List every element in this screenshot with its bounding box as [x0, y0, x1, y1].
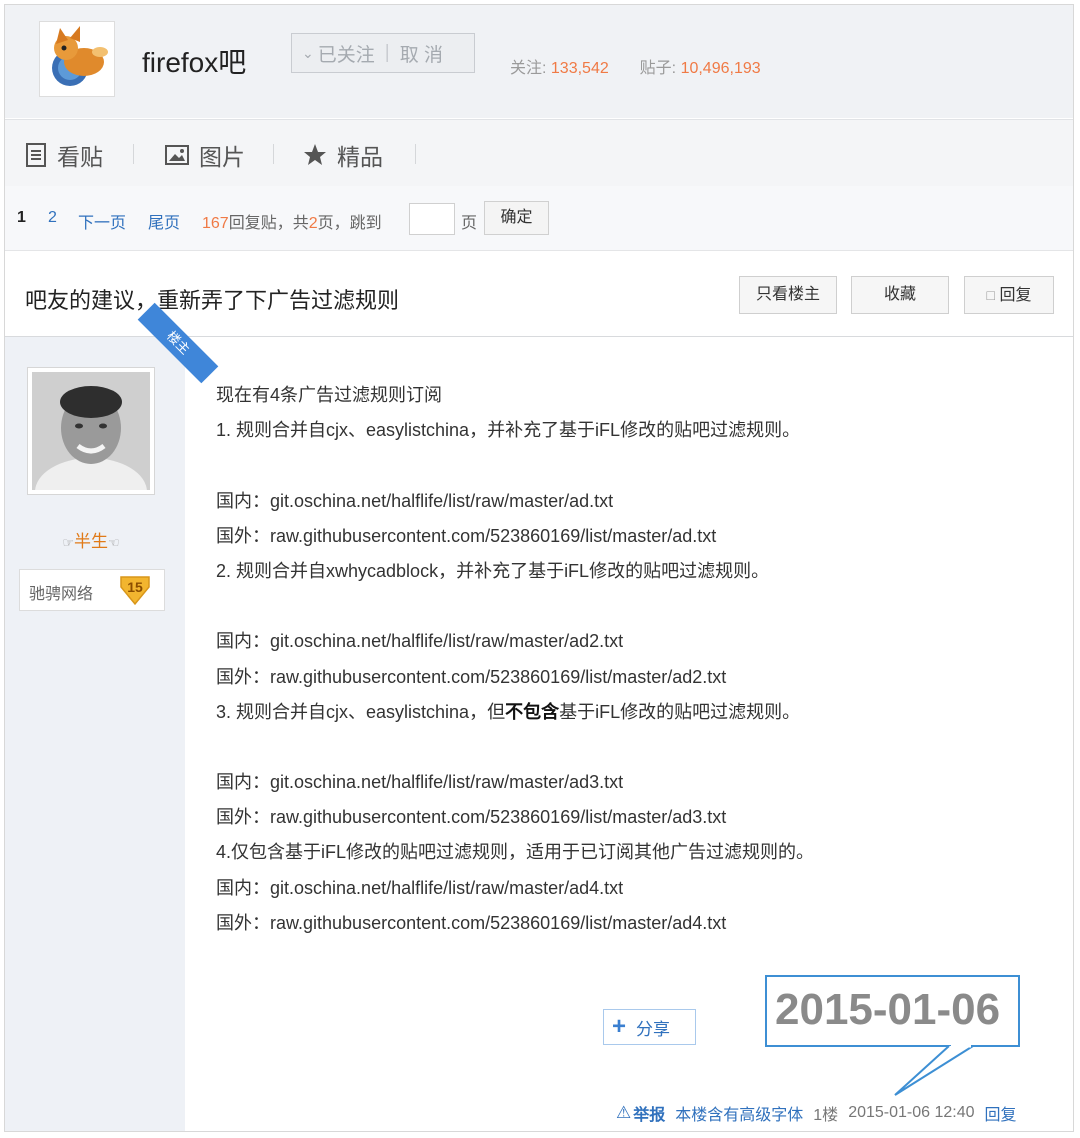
only-op-button[interactable]: 只看楼主 — [739, 276, 837, 314]
post-line: 国内：git.oschina.net/halflife/list/raw/mas… — [216, 877, 624, 898]
warning-icon: ⚠ — [616, 1103, 632, 1122]
pagination-bar: 1 2 下一页 尾页 167回复贴，共2页，跳到 页 确定 — [5, 186, 1073, 251]
page-frame: firefox吧 ⌄ 已关注 | 取 消 关注: 133,542 贴子: 10,… — [4, 4, 1074, 1132]
tab-label: 图片 — [199, 144, 245, 170]
font-note-link[interactable]: 本楼含有高级字体 — [675, 1101, 803, 1125]
forum-tabs: 看贴 图片 精品 — [5, 119, 1073, 187]
author-sidebar: ☞半生☜ 驰骋网络 15 — [5, 337, 185, 1131]
post-footer: ⚠ 举报 本楼含有高级字体 1楼 2015-01-06 12:40 回复 — [616, 1101, 1017, 1125]
post-line: 2. 规则合并自xwhycadblock，并补充了基于iFL修改的贴吧过滤规则。 — [216, 560, 770, 581]
post-line: 4.仅包含基于iFL修改的贴吧过滤规则，适用于已订阅其他广告过滤规则的。 — [216, 842, 815, 863]
level-icon: 15 — [120, 576, 150, 606]
reply-link[interactable]: 回复 — [985, 1101, 1017, 1125]
avatar[interactable] — [27, 367, 155, 526]
post-line: 国外：raw.githubusercontent.com/523860169/l… — [216, 807, 727, 828]
post-line — [216, 730, 814, 765]
post-line: 国内：git.oschina.net/halflife/list/raw/mas… — [216, 490, 614, 511]
date-callout: 2015-01-06 — [765, 975, 1020, 1047]
hand-icon: ☞ — [62, 535, 74, 550]
follow-button[interactable]: ⌄ 已关注 | 取 消 — [291, 33, 475, 73]
post-count-label: 贴子: — [639, 60, 677, 77]
level-name: 驰骋网络 — [29, 586, 94, 603]
report-link[interactable]: 举报 — [633, 1101, 665, 1125]
favorite-button[interactable]: 收藏 — [851, 276, 949, 314]
share-label: 分享 — [636, 1019, 671, 1039]
post-line — [216, 589, 814, 624]
page-2-link[interactable]: 2 — [48, 209, 57, 227]
level-badge[interactable]: 驰骋网络 15 — [19, 569, 165, 611]
page-unit: 页 — [461, 215, 478, 232]
forum-stats: 关注: 133,542 贴子: 10,496,193 — [510, 54, 761, 78]
post-line: 国内：git.oschina.net/halflife/list/raw/mas… — [216, 631, 624, 652]
divider — [133, 144, 134, 164]
post-time: 2015-01-06 12:40 — [848, 1104, 975, 1121]
reply-summary: 167回复贴，共2页，跳到 — [202, 209, 382, 233]
reply-button[interactable]: □ 回复 — [964, 276, 1054, 314]
divider — [415, 144, 416, 164]
unfollow-button[interactable]: 取 消 — [400, 40, 443, 67]
tab-featured[interactable]: 精品 — [303, 138, 383, 172]
post-line — [216, 448, 814, 483]
hand-icon: ☜ — [108, 535, 120, 550]
confirm-button[interactable]: 确定 — [484, 201, 549, 235]
reply-text: 回复贴，共 — [228, 215, 309, 232]
author-name[interactable]: ☞半生☜ — [5, 527, 177, 552]
svg-text:15: 15 — [127, 579, 143, 595]
tab-label: 看贴 — [57, 144, 103, 170]
follow-count: 133,542 — [550, 60, 609, 77]
page-current: 1 — [17, 209, 26, 226]
tab-posts[interactable]: 看贴 — [25, 138, 103, 172]
share-button[interactable]: + 分享 — [603, 1009, 696, 1045]
tab-pictures[interactable]: 图片 — [165, 138, 245, 172]
picture-icon — [165, 145, 189, 165]
post-line: 国外：raw.githubusercontent.com/523860169/l… — [216, 666, 727, 687]
total-pages: 2 — [308, 215, 318, 232]
divider — [273, 144, 274, 164]
page-jump-input[interactable] — [409, 203, 455, 235]
divider: | — [384, 42, 390, 63]
thread-title: 吧友的建议，重新弄了下广告过滤规则 — [25, 288, 400, 313]
reply-label: 回复 — [999, 287, 1032, 304]
last-page-link[interactable]: 尾页 — [148, 209, 180, 233]
star-icon — [304, 144, 326, 165]
forum-header: firefox吧 ⌄ 已关注 | 取 消 关注: 133,542 贴子: 10,… — [5, 5, 1073, 118]
next-page-link[interactable]: 下一页 — [78, 209, 126, 233]
post-line: 国外：raw.githubusercontent.com/523860169/l… — [216, 912, 727, 933]
post-count: 10,496,193 — [680, 60, 761, 77]
reply-icon: □ — [986, 287, 995, 303]
post-line: 3. 规则合并自cjx、easylistchina，但不包含基于iFL修改的贴吧… — [216, 701, 801, 722]
jump-text: 页，跳到 — [317, 215, 382, 232]
reply-count: 167 — [202, 215, 229, 232]
post-line: 国外：raw.githubusercontent.com/523860169/l… — [216, 525, 717, 546]
post-content: 现在有4条广告过滤规则订阅 1. 规则合并自cjx、easylistchina，… — [216, 378, 814, 941]
post-floor-1: ☞半生☜ 驰骋网络 15 楼主 现在有4条广告过滤规则订阅 1. 规则合并自cj… — [5, 302, 1073, 1131]
post-line: 现在有4条广告过滤规则订阅 — [216, 385, 443, 405]
floor-number: 1楼 — [813, 1107, 839, 1124]
post-line: 1. 规则合并自cjx、easylistchina，并补充了基于iFL修改的贴吧… — [216, 420, 801, 441]
callout-date: 2015-01-06 — [775, 985, 1001, 1034]
chevron-down-icon: ⌄ — [302, 44, 314, 61]
tab-label: 精品 — [337, 144, 383, 170]
forum-logo[interactable] — [39, 21, 115, 97]
follow-count-label: 关注: — [510, 60, 547, 77]
plus-icon: + — [612, 1013, 627, 1040]
post-line: 国内：git.oschina.net/halflife/list/raw/mas… — [216, 772, 624, 793]
follow-status: 已关注 — [317, 44, 375, 66]
forum-name[interactable]: firefox吧 — [142, 41, 246, 81]
document-icon — [26, 143, 46, 167]
